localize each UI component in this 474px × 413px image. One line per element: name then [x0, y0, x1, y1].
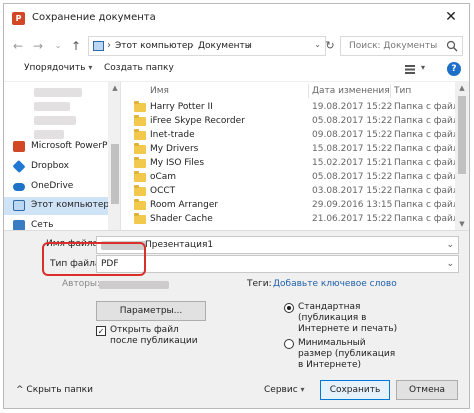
list-item[interactable]: oCam05.08.2017 15:22Папка с файлами [122, 171, 455, 185]
breadcrumb-computer[interactable]: Этот компьютер [115, 41, 193, 51]
title-bar: P Сохранение документа ✕ [4, 4, 469, 32]
list-item[interactable]: Room Arranger 29.09.2016 13:15 Папка с фай… [122, 199, 455, 213]
column-name[interactable]: Имя [150, 86, 169, 96]
forward-arrow-icon[interactable]: → [30, 37, 46, 55]
refresh-icon[interactable]: ↻ [322, 36, 338, 56]
sidebar-scrollbar[interactable]: ▲ [108, 82, 120, 230]
file-list-scrollbar[interactable]: ▲ ▼ [455, 82, 469, 230]
network-icon [13, 220, 25, 230]
sidebar-item-this-pc[interactable]: Этот компьютер [4, 197, 120, 215]
file-browser: Microsoft PowerP Dropbox OneDrive Этот к… [4, 81, 469, 230]
radio-standard[interactable] [284, 303, 294, 313]
powerpoint-app-icon: P [12, 12, 25, 25]
save-button[interactable]: Сохранить [320, 380, 390, 400]
folder-icon [134, 101, 146, 112]
file-list: Harry Potter II 19.08.2017 15:22 Папка с ф… [122, 101, 455, 230]
search-input[interactable]: Поиск: Документы [340, 36, 463, 56]
list-item[interactable]: iFree Skype Recorder 05.08.2017 15:22 Папк… [122, 115, 455, 129]
sidebar-item-dropbox[interactable]: Dropbox [4, 158, 120, 176]
sidebar-item-network[interactable]: Сеть [4, 217, 120, 230]
folder-icon [134, 213, 146, 224]
back-arrow-icon[interactable]: ← [10, 37, 26, 55]
filename-field[interactable]: Презентация1 ⌄ [96, 236, 459, 254]
folder-icon [134, 143, 146, 154]
folder-icon [134, 157, 146, 168]
folder-icon [134, 185, 146, 196]
tags-label: Теги: [247, 279, 272, 289]
list-item[interactable]: Shader Cache21.06.2017 15:22Папка с файл… [122, 213, 455, 227]
folder-icon [134, 115, 146, 126]
onedrive-icon [13, 183, 25, 191]
folder-icon [134, 199, 146, 210]
hide-folders-button[interactable]: ^ Скрыть папки [16, 385, 93, 395]
filetype-highlight [42, 242, 146, 276]
chevron-down-icon[interactable]: ⌄ [446, 259, 454, 269]
window-title: Сохранение документа [32, 12, 156, 23]
radio-minimal[interactable] [284, 339, 294, 349]
view-options-icon[interactable] [404, 63, 416, 75]
view-dropdown-icon[interactable]: ▾ [421, 63, 425, 73]
radio-minimal-label: Минимальный размер (публикация в Интерне… [298, 338, 396, 370]
service-button[interactable]: Сервис ▾ [264, 385, 305, 395]
parameters-button[interactable]: Параметры... [96, 301, 206, 321]
sidebar-item-powerpoint[interactable]: Microsoft PowerP [4, 138, 120, 156]
breadcrumb-documents[interactable]: Документы [198, 41, 252, 51]
open-after-checkbox[interactable]: ✓ [96, 326, 106, 336]
dropbox-icon [12, 159, 26, 174]
filetype-select[interactable]: PDF ⌄ [96, 255, 459, 273]
radio-standard-label: Стандартная (публикация в Интернете и пе… [298, 302, 398, 334]
toolbar: Упорядочить ▾ Создать папку ▾ ? [4, 60, 469, 80]
list-item[interactable]: Harry Potter II 19.08.2017 15:22 Папка с ф… [122, 101, 455, 115]
path-dropdown-icon[interactable]: ⌄ [314, 40, 321, 49]
list-item[interactable]: My Drivers15.08.2017 15:22Папка с файлам… [122, 143, 455, 157]
computer-icon [13, 200, 25, 211]
open-after-label: Открыть файл после публикации [110, 325, 198, 346]
search-icon [446, 40, 458, 52]
powerpoint-icon [13, 141, 25, 152]
recent-dropdown-icon[interactable]: ⌄ [50, 37, 66, 55]
chevron-down-icon[interactable]: ⌄ [446, 240, 454, 250]
add-tag-link[interactable]: Добавьте ключевое слово [273, 279, 397, 289]
breadcrumb[interactable]: › Этот компьютер › Документы › ⌄ [88, 36, 326, 56]
new-folder-button[interactable]: Создать папку [104, 63, 174, 73]
computer-icon [93, 41, 104, 51]
organize-button[interactable]: Упорядочить ▾ [24, 63, 92, 73]
sidebar-item-onedrive[interactable]: OneDrive [4, 178, 120, 196]
column-type[interactable]: Тип [394, 86, 411, 96]
column-date[interactable]: Дата изменения [312, 86, 390, 96]
folder-icon [134, 171, 146, 182]
cancel-button[interactable]: Отмена [396, 380, 458, 400]
navigation-pane: Microsoft PowerP Dropbox OneDrive Этот к… [4, 82, 121, 230]
column-headers: Имя Дата изменения Тип [122, 82, 455, 100]
up-arrow-icon[interactable]: ↑ [68, 37, 84, 55]
folder-icon [134, 129, 146, 140]
help-icon[interactable]: ? [447, 62, 461, 76]
list-item[interactable]: Inet-trade09.08.2017 15:22Папка с файлам… [122, 129, 455, 143]
save-dialog: P Сохранение документа ✕ ← → ⌄ ↑ › Этот … [3, 3, 470, 409]
list-item[interactable]: My ISO Files15.02.2017 15:21Папка с файл… [122, 157, 455, 171]
authors-label: Авторы: [62, 279, 101, 289]
list-item[interactable]: OCCT03.08.2017 15:22Папка с файлами [122, 185, 455, 199]
address-bar: ← → ⌄ ↑ › Этот компьютер › Документы › ⌄… [4, 34, 469, 60]
chevron-up-icon: ^ [16, 385, 24, 395]
close-icon[interactable]: ✕ [441, 8, 461, 26]
